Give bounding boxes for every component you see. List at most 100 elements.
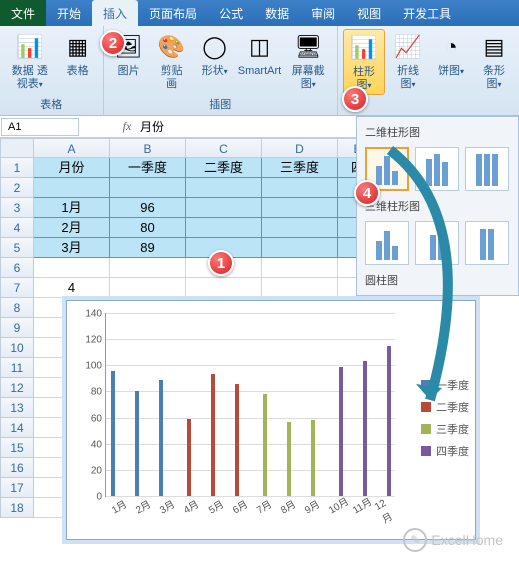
cell[interactable] [34,258,110,278]
row-header[interactable]: 8 [0,298,34,318]
row-header[interactable]: 7 [0,278,34,298]
pivot-icon: 📊 [14,31,46,63]
cell[interactable] [34,178,110,198]
row-header[interactable]: 4 [0,218,34,238]
annotation-badge-1: 1 [208,250,234,276]
legend-item: 四季度 [421,443,469,459]
tab-data[interactable]: 数据 [254,0,300,26]
row-header[interactable]: 17 [0,478,34,498]
x-axis-label: 12月 [373,495,401,526]
legend-item: 二季度 [421,399,469,415]
pie-chart-button[interactable]: ◔饼图▾ [431,29,471,80]
cell[interactable] [262,258,338,278]
chart-type-3d-stacked100[interactable] [465,221,509,265]
table-button[interactable]: ▦表格 [58,29,98,80]
row-header[interactable]: 1 [0,158,34,178]
row-header[interactable]: 16 [0,458,34,478]
fx-icon[interactable]: fx [120,119,134,134]
row-header[interactable]: 9 [0,318,34,338]
tab-view[interactable]: 视图 [346,0,392,26]
row-header[interactable]: 3 [0,198,34,218]
col-header[interactable]: B [110,138,186,158]
cell[interactable]: 89 [110,238,186,258]
row-header[interactable]: 18 [0,498,34,518]
cell[interactable]: 一季度 [110,158,186,178]
group-illustrations: 插图 [109,96,332,113]
cell[interactable] [110,258,186,278]
bar-chart-button[interactable]: ▤条形图▾ [474,29,514,93]
cell[interactable] [186,198,262,218]
cell[interactable]: 80 [110,218,186,238]
chart-bar [111,371,115,496]
column-chart-button[interactable]: 📊柱形图▾ [343,29,385,95]
chart-type-3d-stacked[interactable] [415,221,459,265]
cell[interactable]: 4 [34,278,110,298]
cell[interactable] [186,278,262,298]
tab-review[interactable]: 审阅 [300,0,346,26]
chart-bar [263,394,267,496]
tab-insert[interactable]: 插入 [92,0,138,26]
tab-layout[interactable]: 页面布局 [138,0,208,26]
cell[interactable] [110,278,186,298]
chart-bar [339,367,343,496]
row-header[interactable]: 15 [0,438,34,458]
col-header[interactable]: D [262,138,338,158]
chart-type-3d-clustered[interactable] [365,221,409,265]
table-icon: ▦ [62,31,94,63]
row-header[interactable]: 10 [0,338,34,358]
cell[interactable] [262,278,338,298]
cell[interactable] [262,238,338,258]
screenshot-button[interactable]: 🖥屏幕截图▾ [284,29,332,93]
shapes-button[interactable]: ◯形状▾ [195,29,235,80]
legend-item: 一季度 [421,377,469,393]
cell[interactable] [186,178,262,198]
cell[interactable] [262,198,338,218]
x-axis-label: 1月 [108,496,129,517]
chart-object[interactable]: 020406080100120140 1月2月3月4月5月6月7月8月9月10月… [66,300,476,540]
row-header[interactable]: 5 [0,238,34,258]
cell[interactable]: 1月 [34,198,110,218]
row-header[interactable]: 14 [0,418,34,438]
pivot-button[interactable]: 📊数据 透视表▾ [5,29,55,93]
cell[interactable]: 二季度 [186,158,262,178]
chart-type-stacked[interactable] [415,147,459,191]
tab-formula[interactable]: 公式 [208,0,254,26]
watermark: ✎ ExcelHome [403,528,503,552]
tab-file[interactable]: 文件 [0,0,46,26]
x-axis-label: 3月 [156,496,177,517]
cell[interactable]: 3月 [34,238,110,258]
cell[interactable]: 2月 [34,218,110,238]
cell[interactable] [186,218,262,238]
cell[interactable] [110,178,186,198]
row-header[interactable]: 13 [0,398,34,418]
clipart-button[interactable]: 🎨剪贴画 [152,29,192,93]
chart-gallery: 二维柱形图 三维柱形图 圆柱图 [356,116,519,296]
name-box[interactable]: A1 [1,118,79,136]
smartart-icon: ◫ [243,31,275,63]
cell[interactable]: 96 [110,198,186,218]
cell[interactable]: 三季度 [262,158,338,178]
col-header[interactable]: A [34,138,110,158]
watermark-icon: ✎ [403,528,427,552]
row-header[interactable]: 2 [0,178,34,198]
line-chart-icon: 📈 [392,31,424,63]
col-header[interactable]: C [186,138,262,158]
select-all-corner[interactable] [0,138,34,158]
row-header[interactable]: 12 [0,378,34,398]
ribbon: 📊数据 透视表▾ ▦表格 表格 🖼图片 🎨剪贴画 ◯形状▾ ◫SmartArt … [0,26,519,116]
tab-dev[interactable]: 开发工具 [392,0,462,26]
cell[interactable]: 月份 [34,158,110,178]
row-header[interactable]: 6 [0,258,34,278]
row-header[interactable]: 11 [0,358,34,378]
smartart-button[interactable]: ◫SmartArt [238,29,282,80]
annotation-badge-2: 2 [100,30,126,56]
annotation-badge-3: 3 [342,86,368,112]
line-chart-button[interactable]: 📈折线图▾ [388,29,428,93]
x-axis-label: 5月 [205,496,226,517]
column-chart-icon: 📊 [348,32,380,64]
tab-home[interactable]: 开始 [46,0,92,26]
gallery-title-cyl: 圆柱图 [361,269,514,291]
cell[interactable] [262,218,338,238]
cell[interactable] [262,178,338,198]
chart-type-stacked100[interactable] [465,147,509,191]
